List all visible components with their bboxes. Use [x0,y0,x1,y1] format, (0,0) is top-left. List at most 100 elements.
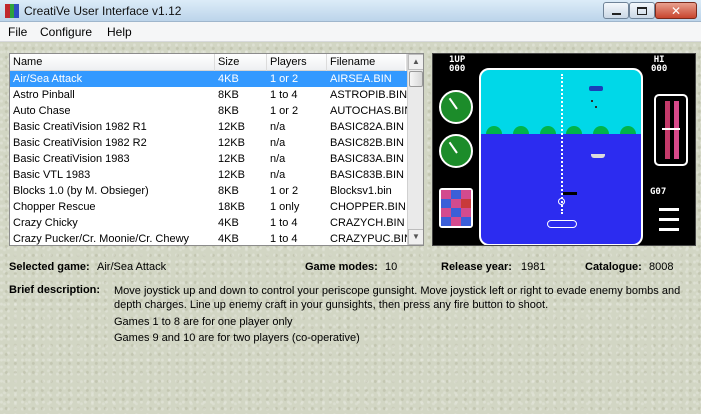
cell-name: Air/Sea Attack [13,73,83,85]
cell-size: 4KB [218,233,239,245]
gauge-level-marker [662,128,680,130]
hud-high-score: HI 000 [651,55,668,74]
cell-filename: CHOPPER.BIN [330,201,406,213]
cell-filename: BASIC83A.BIN [330,153,404,165]
close-button[interactable]: ✕ [655,2,697,19]
cell-filename: ASTROPIB.BIN [330,89,407,101]
cell-filename: AUTOCHAS.BIN [330,105,407,117]
maximize-icon [637,6,647,15]
game-row[interactable]: Crazy Pucker/Cr. Moonie/Cr. Chewy 4KB 1 to… [10,231,407,245]
enemy-sub-icon [563,192,577,195]
cell-name: Crazy Pucker/Cr. Moonie/Cr. Chewy [13,233,190,245]
game-row[interactable]: Basic CreatiVision 1982 R2 12KB n/a BASIC82… [10,135,407,151]
cell-filename: BASIC82A.BIN [330,121,404,133]
description-line: Games 9 and 10 are for two players (co-o… [114,332,360,344]
column-header-players[interactable]: Players [267,54,327,71]
cell-name: Blocks 1.0 (by M. Obsieger) [13,185,149,197]
selected-game-value: Air/Sea Attack [97,261,167,273]
cell-players: 1 or 2 [270,73,299,85]
main-content: Name Size Players Filename Air/Sea Attac… [0,43,701,414]
description-line: Games 1 to 8 are for one player only [114,316,293,328]
release-year-value: 1981 [521,261,546,273]
description-line: Move joystick up and down to control you… [114,285,681,297]
depth-grid [439,188,473,228]
selected-game-label: Selected game: [9,261,90,273]
game-row[interactable]: Crazy Chicky 4KB 1 to 4 CRAZYCH.BIN [10,215,407,231]
game-screenshot: 1UP 000 HI 000 G07 [432,53,696,246]
scroll-thumb[interactable] [409,71,423,87]
cell-players: 1 to 4 [270,233,298,245]
hud-game-number: G07 [650,187,667,197]
cell-players: 1 only [270,201,300,213]
cell-players: n/a [270,169,286,181]
app-window: CreatiVe User Interface v1.12 ✕ File Con… [0,0,701,414]
scroll-down-button[interactable]: ▼ [408,229,423,245]
minimize-button[interactable] [603,2,629,19]
cell-name: Basic VTL 1983 [13,169,91,181]
game-row[interactable]: Air/Sea Attack 4KB 1 or 2 AIRSEA.BIN [10,71,407,87]
title-bar[interactable]: CreatiVe User Interface v1.12 ✕ [0,0,701,22]
game-row[interactable]: Blocks 1.0 (by M. Obsieger) 8KB 1 or 2 Bloc… [10,183,407,199]
game-row[interactable]: Basic VTL 1983 12KB n/a BASIC83B.BIN [10,167,407,183]
list-header: Name Size Players Filename [10,54,407,71]
cell-name: Basic CreatiVision 1983 [13,153,130,165]
cell-name: Chopper Rescue [13,201,96,213]
game-row[interactable]: Chopper Rescue 18KB 1 only CHOPPER.BIN [10,199,407,215]
cell-players: n/a [270,137,286,149]
column-header-name[interactable]: Name [10,54,215,71]
menu-help[interactable]: Help [107,25,132,39]
cell-players: n/a [270,121,286,133]
game-row[interactable]: Basic CreatiVision 1983 12KB n/a BASIC83A.B… [10,151,407,167]
cell-name: Astro Pinball [13,89,75,101]
scroll-up-button[interactable]: ▲ [408,54,423,70]
enemy-ship-icon [591,154,605,158]
cell-players: n/a [270,153,286,165]
cell-size: 18KB [218,201,245,213]
app-icon-stripe-blue [14,4,20,18]
gunsight-target-icon [558,198,565,205]
depth-cell [451,217,461,226]
list-rows: Air/Sea Attack 4KB 1 or 2 AIRSEA.BIN Astro P… [10,71,407,245]
cell-players: 1 to 4 [270,217,298,229]
menu-file[interactable]: File [8,25,27,39]
cell-size: 12KB [218,137,245,149]
depth-cell [451,208,461,217]
cell-players: 1 or 2 [270,105,299,117]
gauge-dial-icon [439,134,473,168]
window-title: CreatiVe User Interface v1.12 [24,4,182,18]
games-list[interactable]: Name Size Players Filename Air/Sea Attac… [9,53,424,246]
game-row[interactable]: Astro Pinball 8KB 1 to 4 ASTROPIB.BIN [10,87,407,103]
depth-cell [441,208,451,217]
brief-description-label: Brief description: [9,284,101,296]
depth-cell [461,199,471,208]
gauge-dial-icon [439,90,473,124]
player-submarine-icon [547,220,577,228]
column-header-filename[interactable]: Filename [327,54,407,71]
game-modes-label: Game modes: [305,261,378,273]
game-row[interactable]: Basic CreatiVision 1982 R1 12KB n/a BASIC82… [10,119,407,135]
depth-cell [451,199,461,208]
cell-size: 12KB [218,121,245,133]
hud-player-score: 1UP 000 [449,55,466,74]
enemy-plane-icon [589,86,603,91]
catalogue-value: 8008 [649,261,674,273]
gauge-track-left [665,101,670,159]
menu-configure[interactable]: Configure [40,25,92,39]
bomb-icon [591,100,593,102]
cell-filename: BASIC82B.BIN [330,137,404,149]
minimize-icon [611,12,621,15]
game-row[interactable]: Auto Chase 8KB 1 or 2 AUTOCHAS.BIN [10,103,407,119]
bomb-icon [595,106,597,108]
cell-size: 12KB [218,169,245,181]
cell-filename: Blocksv1.bin [330,185,392,197]
cell-players: 1 or 2 [270,185,299,197]
depth-cell [441,190,451,199]
release-year-label: Release year: [441,261,512,273]
gauge-track-right [674,101,679,159]
periscope-view [479,68,643,245]
depth-cell [461,208,471,217]
list-scrollbar[interactable]: ▲ ▼ [407,54,423,245]
maximize-button[interactable] [629,2,655,19]
catalogue-label: Catalogue: [585,261,642,273]
column-header-size[interactable]: Size [215,54,267,71]
